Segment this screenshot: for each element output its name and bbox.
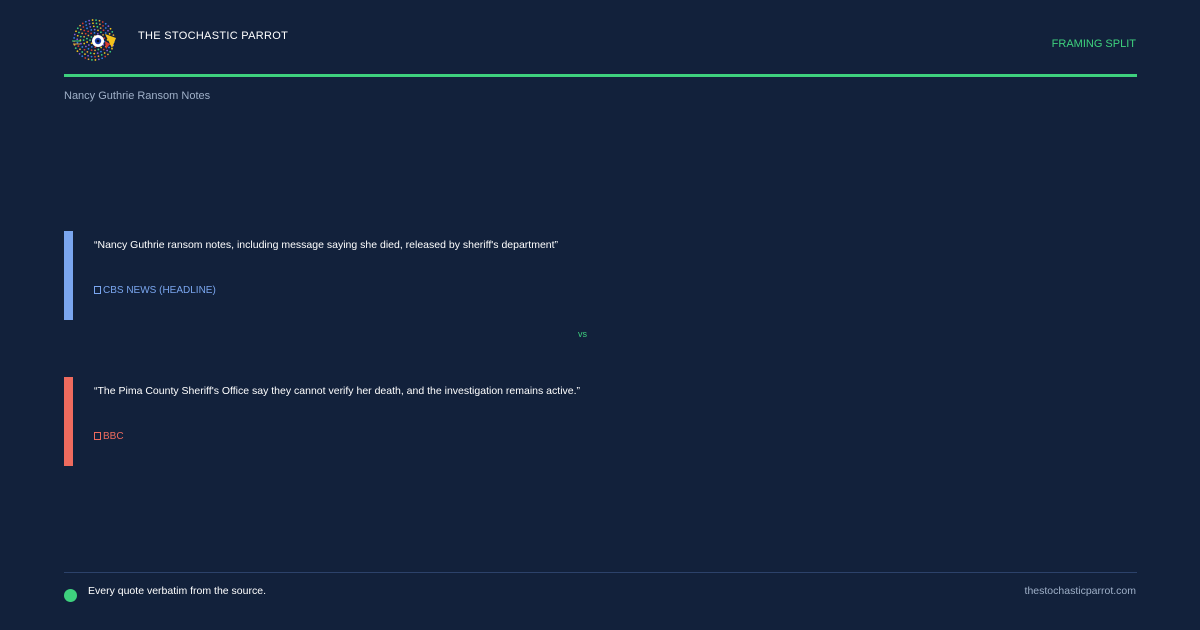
versus-label: vs xyxy=(578,329,587,339)
source-icon xyxy=(94,432,101,440)
status-dot-icon xyxy=(64,589,77,602)
quote-source: CBS NEWS (HEADLINE) xyxy=(94,285,216,296)
parrot-logo-icon xyxy=(72,19,116,61)
quote-accent-bar xyxy=(64,377,73,466)
quote-text: “The Pima County Sheriff's Office say th… xyxy=(94,385,581,397)
source-icon xyxy=(94,286,101,294)
brand-name: THE STOCHASTIC PARROT xyxy=(138,30,289,42)
quote-card-bbc: “The Pima County Sheriff's Office say th… xyxy=(64,377,1064,466)
quote-source-label: CBS NEWS (HEADLINE) xyxy=(103,285,216,296)
page-title: Nancy Guthrie Ransom Notes xyxy=(64,90,211,102)
footer-note: Every quote verbatim from the source. xyxy=(88,585,266,597)
framing-split-tag: FRAMING SPLIT xyxy=(1051,38,1136,50)
quote-accent-bar xyxy=(64,231,73,320)
framing-split-card: THE STOCHASTIC PARROT FRAMING SPLIT Nanc… xyxy=(0,0,1200,630)
header-divider xyxy=(64,74,1137,77)
site-url: thestochasticparrot.com xyxy=(1024,585,1136,597)
footer-divider xyxy=(64,572,1137,573)
quote-text: “Nancy Guthrie ransom notes, including m… xyxy=(94,239,559,251)
quote-card-cbs: “Nancy Guthrie ransom notes, including m… xyxy=(64,231,1064,320)
quote-source-label: BBC xyxy=(103,431,124,442)
quote-source: BBC xyxy=(94,431,124,442)
